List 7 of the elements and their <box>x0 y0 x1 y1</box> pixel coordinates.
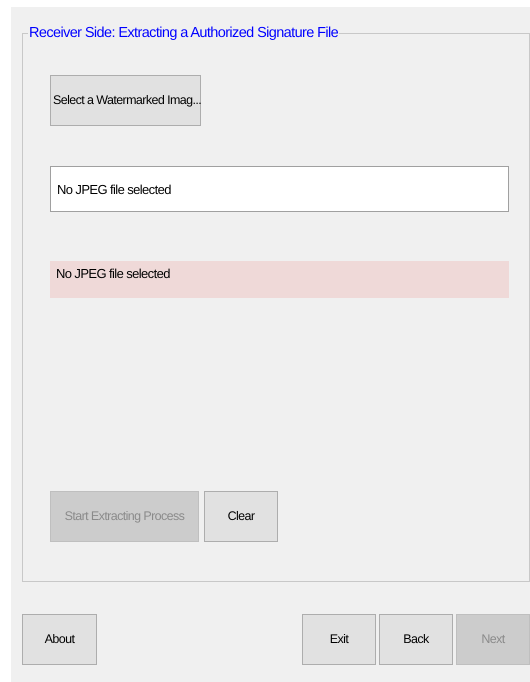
status-message: No JPEG file selected <box>50 261 509 298</box>
button[interactable]: Select a Watermarked Imag... <box>50 75 201 126</box>
button[interactable]: About <box>22 614 97 665</box>
file-path-field[interactable]: No JPEG file selected <box>50 166 509 212</box>
button[interactable]: Exit <box>302 614 376 665</box>
button[interactable]: Clear <box>204 491 278 542</box>
button[interactable]: Back <box>379 614 453 665</box>
